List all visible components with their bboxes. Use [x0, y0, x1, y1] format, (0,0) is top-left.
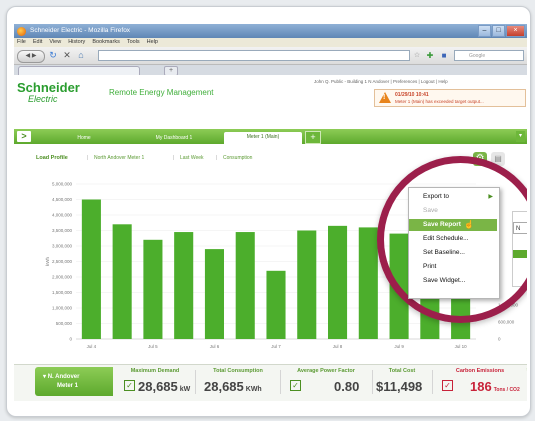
addon-icon[interactable]: ✚	[424, 50, 436, 61]
y-tick-label: 0	[69, 337, 72, 342]
checkmark-icon[interactable]: ✓	[124, 380, 135, 391]
meter-selector[interactable]: ▾ N. Andover Meter 1	[35, 367, 113, 396]
tab-meter-1-main[interactable]: Meter 1 (Main)	[224, 132, 302, 144]
window-title: Schneider Electric - Mozilla Firefox	[30, 27, 131, 34]
menu-help[interactable]: Help	[147, 38, 158, 47]
window-controls: – □ ×	[478, 25, 525, 37]
menu-file[interactable]: File	[17, 38, 26, 47]
filter-meter[interactable]: North Andover Meter 1	[94, 152, 144, 164]
y-tick-label: 2,000,000	[52, 275, 73, 280]
firefox-icon	[17, 27, 26, 36]
save-page-icon[interactable]: ■	[438, 50, 450, 61]
alert-banner[interactable]: ! 01/29/10 10:41 Meter 1 (Main) has exce…	[374, 89, 526, 107]
x-tick-label: Jul 4	[87, 344, 97, 349]
browser-window: Schneider Electric - Mozilla Firefox – □…	[14, 14, 527, 411]
alert-text: Meter 1 (Main) has exceeded target outpu…	[395, 99, 484, 104]
menu-save-widget[interactable]: Save Widget...	[409, 275, 497, 287]
reload-icon[interactable]: ↻	[48, 50, 58, 61]
kpi-average-power-factor: Average Power Factor ✓ 0.80	[284, 366, 368, 396]
meter-name-line1: ▾ N. Andover	[43, 374, 80, 380]
logo-subtitle: Electric	[28, 94, 58, 104]
maximize-button[interactable]: □	[492, 25, 505, 37]
menu-bookmarks[interactable]: Bookmarks	[92, 38, 120, 47]
browser-tab-strip: +	[14, 65, 527, 76]
y-tick-label: 3,000,000	[52, 244, 73, 249]
tab-home[interactable]: Home	[49, 133, 119, 144]
y-tick-label: 1,500,000	[52, 290, 73, 295]
cursor-hand-icon: ☝	[464, 220, 474, 229]
x-tick-label: Jul 5	[148, 344, 158, 349]
close-button[interactable]: ×	[506, 25, 525, 37]
kpi-maximum-demand: Maximum Demand ✓ 28,685 kW	[118, 366, 192, 396]
y-axis-label: kWh	[45, 257, 50, 266]
bookmark-star-icon[interactable]: ☆	[412, 50, 422, 61]
user-links[interactable]: John Q. Public - Building 1 N Andover | …	[314, 79, 448, 84]
browser-menubar: File Edit View History Bookmarks Tools H…	[14, 38, 527, 47]
y-tick-label: 5,000,000	[52, 182, 73, 187]
kpi-total-consumption: Total Consumption 28,685 KWh	[204, 368, 263, 394]
chart-bar	[328, 225, 348, 339]
x-tick-label: Jul 7	[271, 344, 281, 349]
window-titlebar: Schneider Electric - Mozilla Firefox – □…	[14, 24, 527, 38]
url-input[interactable]	[98, 50, 410, 61]
y-tick-label: 500,000	[56, 321, 73, 326]
y-tick-label: 3,500,000	[52, 228, 73, 233]
chart-bar	[266, 270, 286, 339]
chart-bar	[143, 239, 163, 339]
home-icon[interactable]: ⌂	[76, 50, 86, 61]
minimize-button[interactable]: –	[478, 25, 491, 37]
menu-set-baseline[interactable]: Set Baseline...	[409, 247, 497, 259]
y-tick-label: 4,500,000	[52, 197, 73, 202]
x-tick-label: Jul 6	[210, 344, 220, 349]
menu-view[interactable]: View	[49, 38, 61, 47]
logo: Schneider	[17, 80, 80, 95]
alert-date: 01/29/10 10:41	[395, 92, 429, 98]
y-tick-label: 4,000,000	[52, 213, 73, 218]
widget-context-menu: Export to ▶ Save Save Report ☝ Edit Schedu…	[408, 187, 500, 299]
chart-bar	[204, 249, 224, 339]
x-tick-label: Jul 8	[333, 344, 343, 349]
dashboard-tabbar: > Home My Dashboard 1 Meter 1 (Main) + ▾	[14, 129, 527, 144]
browser-navbar: ◀ ▶ ↻ ✕ ⌂ ☆ ✚ ■ Google	[14, 47, 527, 65]
chart-bar	[297, 230, 317, 339]
tab-menu-chevron-icon[interactable]: ▾	[516, 131, 525, 142]
summary-settings-gear-icon[interactable]: ⚙	[526, 366, 527, 374]
kpi-total-cost: Total Cost $11,498	[376, 368, 423, 394]
chart-bar	[235, 232, 255, 339]
back-forward-button[interactable]: ◀ ▶	[17, 50, 45, 63]
search-input[interactable]: Google	[454, 50, 524, 61]
x-tick-label: Jul 10	[455, 344, 468, 349]
y-tick-label: 2,500,000	[52, 259, 73, 264]
tab-my-dashboard-1[interactable]: My Dashboard 1	[129, 133, 219, 144]
submenu-arrow-icon: ▶	[488, 194, 493, 200]
meter-name-line2: Meter 1	[57, 383, 79, 389]
filter-measure[interactable]: Consumption	[223, 152, 252, 164]
y-tick-label-right: 0	[498, 337, 501, 342]
menu-save[interactable]: Save	[409, 205, 497, 217]
checkmark-icon[interactable]: ✓	[290, 380, 301, 391]
y-tick-label: 1,000,000	[52, 306, 73, 311]
app-title: Remote Energy Management	[109, 88, 214, 97]
widget-title: Load Profile	[36, 155, 68, 161]
menu-tools[interactable]: Tools	[127, 38, 140, 47]
chart-bar	[112, 224, 132, 339]
chart-bar	[81, 199, 101, 339]
app-header: Schneider Electric Remote Energy Managem…	[14, 75, 527, 107]
menu-print[interactable]: Print	[409, 261, 497, 273]
menu-edit[interactable]: Edit	[33, 38, 42, 47]
y-tick-label-right: 600,000	[498, 319, 515, 324]
menu-save-report[interactable]: Save Report ☝	[409, 219, 497, 231]
x-tick-label: Jul 9	[394, 344, 404, 349]
menu-export-to[interactable]: Export to ▶	[409, 191, 497, 203]
stop-icon[interactable]: ✕	[62, 50, 72, 61]
chart-bar	[174, 232, 194, 339]
menu-history[interactable]: History	[68, 38, 85, 47]
filter-period[interactable]: Last Week	[180, 152, 204, 164]
menu-edit-schedule[interactable]: Edit Schedule...	[409, 233, 497, 245]
expand-arrow-button[interactable]: >	[17, 131, 31, 142]
checkmark-icon[interactable]: ✓	[442, 380, 453, 391]
add-tab-button[interactable]: +	[305, 131, 321, 144]
chart-bar	[358, 227, 378, 339]
kpi-carbon-emissions: Carbon Emissions ✓ 186 Tons / CO2	[436, 366, 524, 396]
